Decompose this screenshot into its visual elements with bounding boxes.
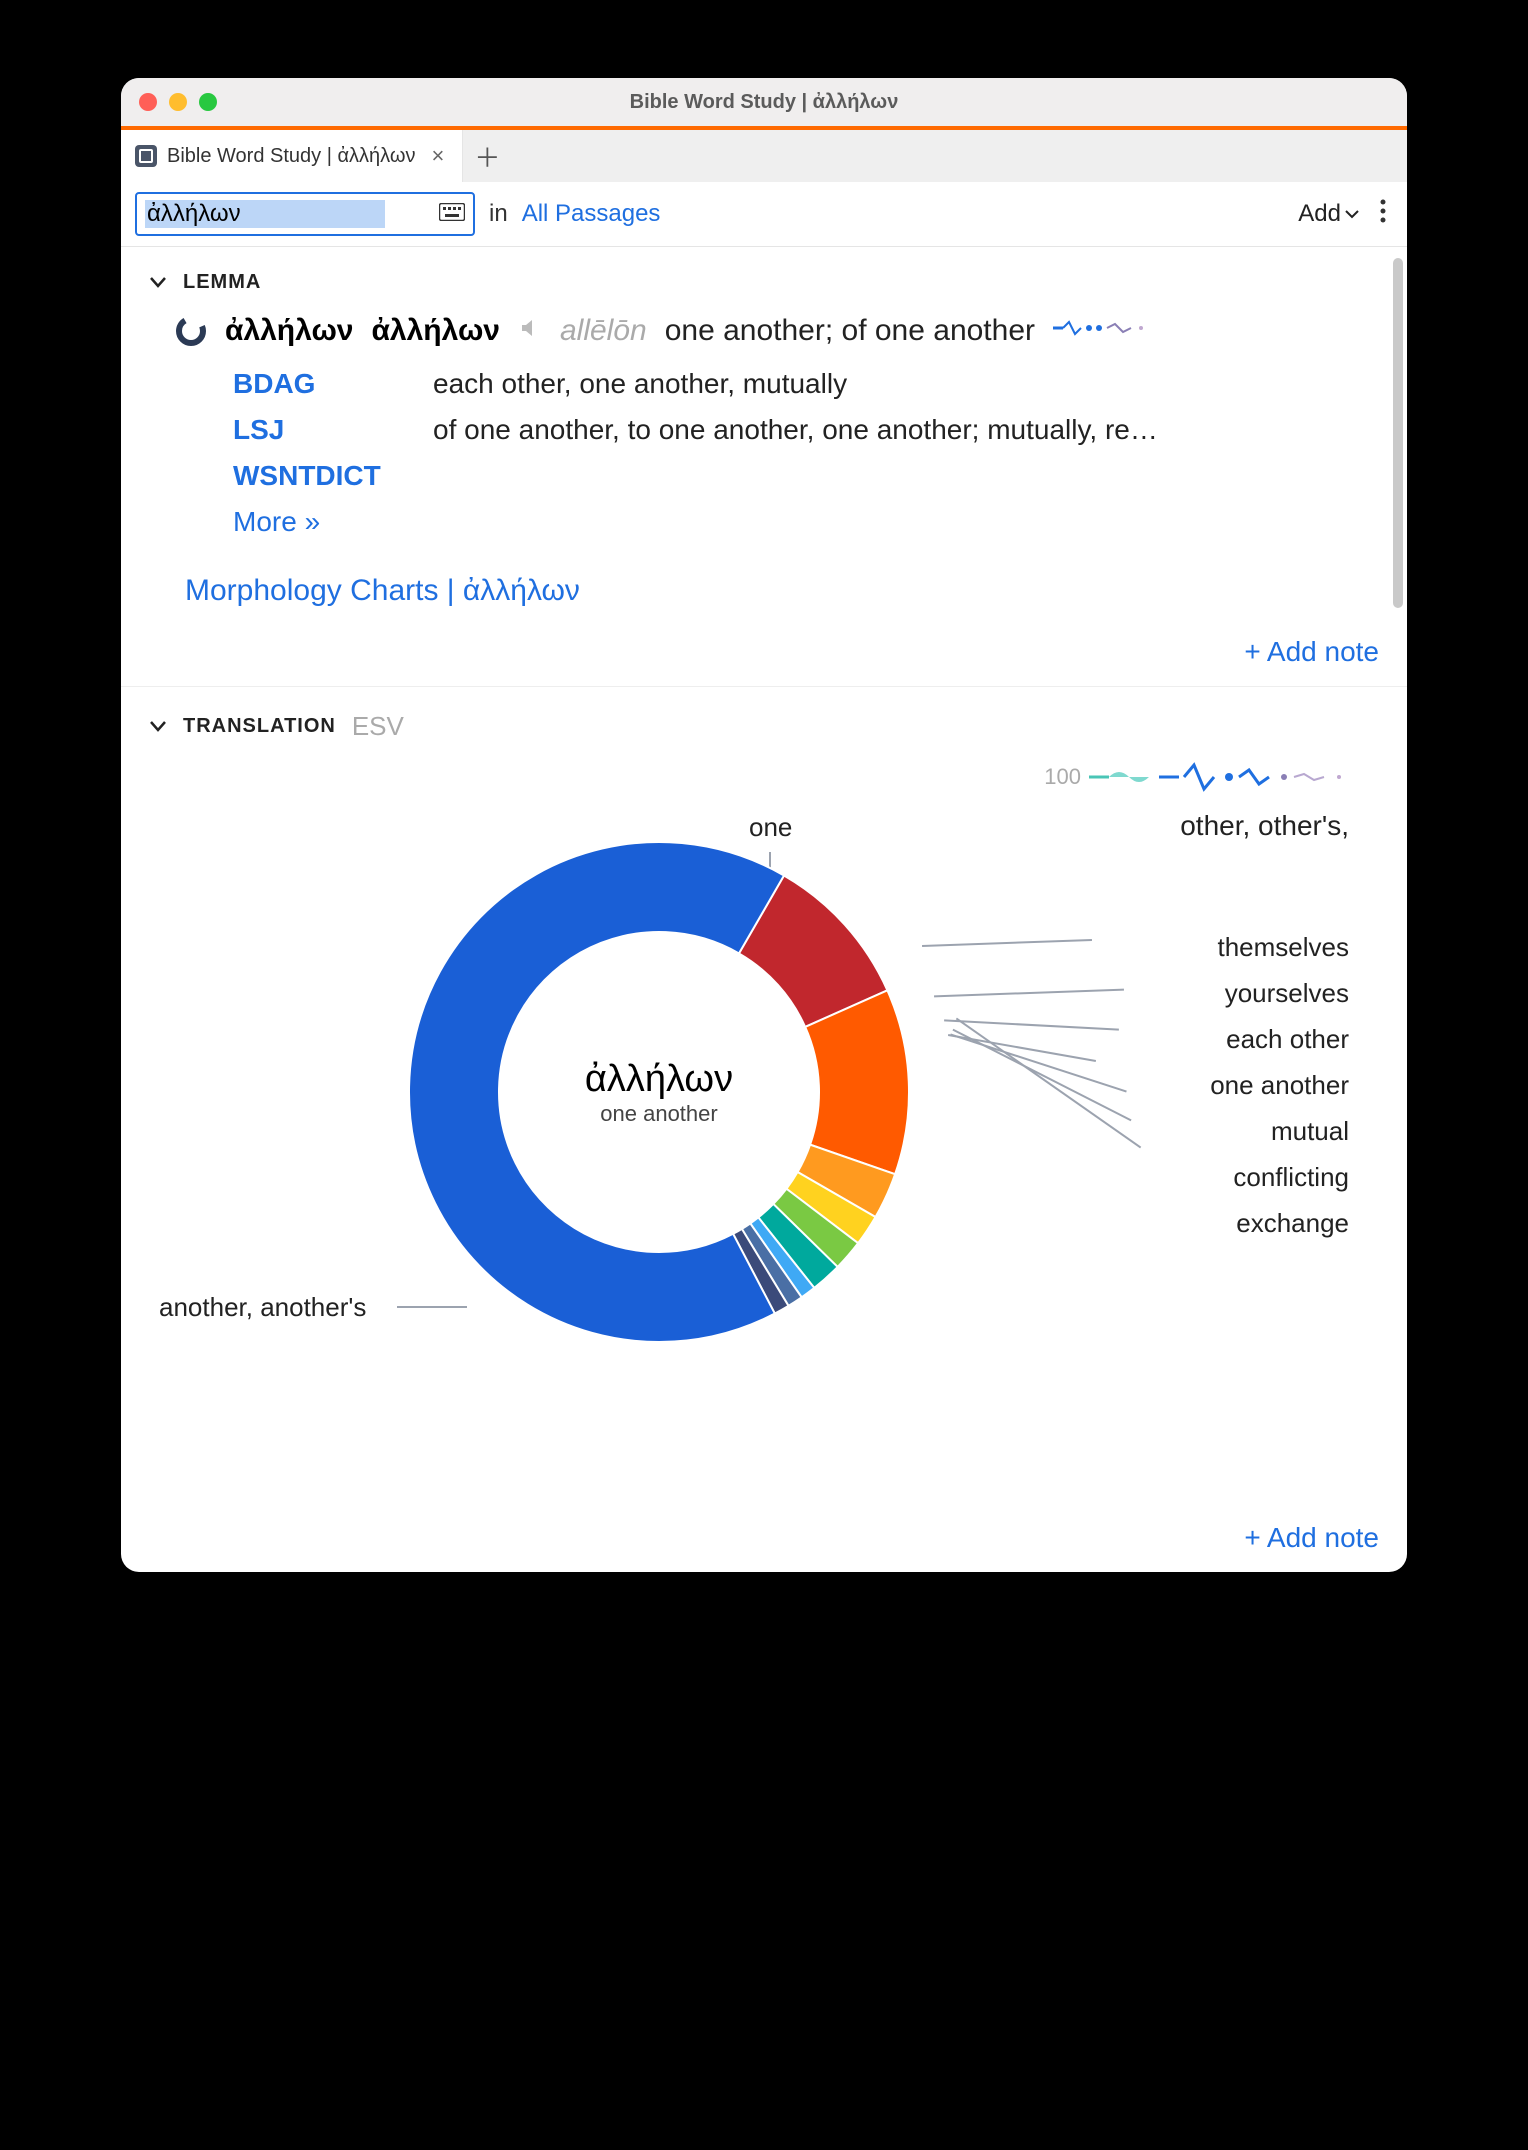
- dict-def-bdag: each other, one another, mutually: [433, 368, 1379, 400]
- leader-line: [934, 989, 1124, 998]
- dict-link-bdag[interactable]: BDAG: [233, 368, 413, 400]
- dict-def-lsj: of one another, to one another, one anot…: [433, 414, 1379, 446]
- section-title-translation: TRANSLATION: [183, 715, 336, 738]
- tab-strip: Bible Word Study | ἀλλήλων × ＋: [121, 130, 1407, 182]
- in-label: in: [489, 200, 508, 228]
- donut-center: ἀλλήλων one another: [399, 832, 919, 1352]
- chart-label-yourselves[interactable]: yourselves: [1225, 978, 1349, 1009]
- section-header-translation[interactable]: TRANSLATION ESV: [149, 711, 1379, 742]
- chart-label-conflicting[interactable]: conflicting: [1233, 1162, 1349, 1193]
- more-link[interactable]: More »: [233, 506, 1379, 538]
- tab-icon: [135, 145, 157, 167]
- donut-center-sub: one another: [600, 1101, 717, 1127]
- panel-menu-button[interactable]: [1373, 198, 1393, 231]
- dict-link-lsj[interactable]: LSJ: [233, 414, 413, 446]
- app-window: Bible Word Study | ἀλλήλων Bible Word St…: [121, 78, 1407, 1572]
- titlebar: Bible Word Study | ἀλλήλων: [121, 78, 1407, 126]
- lemma-row: ἀλλήλων ἀλλήλων allēlōn one another; of …: [175, 314, 1379, 348]
- chart-label-mutual[interactable]: mutual: [1271, 1116, 1349, 1147]
- search-input[interactable]: [145, 200, 385, 228]
- translation-chart-area: 100 other, other's, one: [149, 762, 1379, 1482]
- lemma-headword-alt: ἀλλήλων: [371, 314, 499, 348]
- chart-label-themselves[interactable]: themselves: [1218, 932, 1350, 963]
- sparkline-top[interactable]: 100: [1044, 762, 1349, 792]
- dict-def-wsntdict: [433, 460, 1379, 492]
- chart-label-another[interactable]: another, another's: [159, 1292, 366, 1323]
- leader-line: [956, 1018, 1141, 1149]
- chart-label-exchange[interactable]: exchange: [1236, 1208, 1349, 1239]
- sparkline-icon[interactable]: [1053, 314, 1153, 348]
- sparkline-icon: [1089, 762, 1349, 792]
- dictionary-list: BDAG each other, one another, mutually L…: [233, 368, 1379, 492]
- speaker-icon[interactable]: [518, 314, 542, 348]
- translation-version[interactable]: ESV: [352, 711, 404, 742]
- tab-label: Bible Word Study | ἀλλήλων: [167, 145, 415, 168]
- donut-center-greek: ἀλλήλων: [585, 1058, 733, 1101]
- leader-line: [952, 1029, 1131, 1122]
- sparkline-label[interactable]: other, other's,: [1180, 810, 1349, 842]
- content: LEMMA ἀλλήλων ἀλλήλων allēlōn one anothe…: [121, 247, 1407, 1572]
- lemma-headword[interactable]: ἀλλήλων: [225, 314, 353, 348]
- close-tab-button[interactable]: ×: [431, 143, 444, 169]
- add-dropdown[interactable]: Add: [1298, 200, 1359, 228]
- section-title-lemma: LEMMA: [183, 271, 261, 294]
- tab-word-study[interactable]: Bible Word Study | ἀλλήλων ×: [121, 130, 463, 182]
- dict-link-wsntdict[interactable]: WSNTDICT: [233, 460, 413, 492]
- new-tab-button[interactable]: ＋: [463, 130, 511, 182]
- chevron-down-icon: [1345, 209, 1359, 219]
- lemma-transliteration: allēlōn: [560, 314, 647, 348]
- chevron-down-icon: [149, 716, 167, 737]
- window-title: Bible Word Study | ἀλλήλων: [121, 91, 1407, 114]
- chart-label-each-other[interactable]: each other: [1226, 1024, 1349, 1055]
- section-translation: TRANSLATION ESV 100: [121, 686, 1407, 1572]
- toolbar: in All Passages Add: [121, 182, 1407, 247]
- leader-line: [922, 939, 1092, 947]
- chevron-down-icon: [149, 272, 167, 293]
- section-lemma: LEMMA ἀλλήλων ἀλλήλων allēlōn one anothe…: [121, 247, 1407, 686]
- keyboard-icon[interactable]: [439, 203, 465, 226]
- morphology-link[interactable]: Morphology Charts | ἀλλήλων: [185, 574, 1379, 608]
- add-label: Add: [1298, 200, 1341, 228]
- add-note-lemma[interactable]: + Add note: [149, 636, 1379, 668]
- section-header-lemma[interactable]: LEMMA: [149, 271, 1379, 294]
- lemma-gloss: one another; of one another: [665, 314, 1035, 348]
- add-note-translation[interactable]: + Add note: [149, 1522, 1379, 1554]
- sparkline-count: 100: [1044, 764, 1081, 790]
- scrollbar[interactable]: [1393, 258, 1403, 608]
- search-box[interactable]: [135, 192, 475, 236]
- lemma-ring-icon[interactable]: [175, 315, 207, 347]
- chart-label-one-another[interactable]: one another: [1210, 1070, 1349, 1101]
- scope-link[interactable]: All Passages: [522, 200, 661, 228]
